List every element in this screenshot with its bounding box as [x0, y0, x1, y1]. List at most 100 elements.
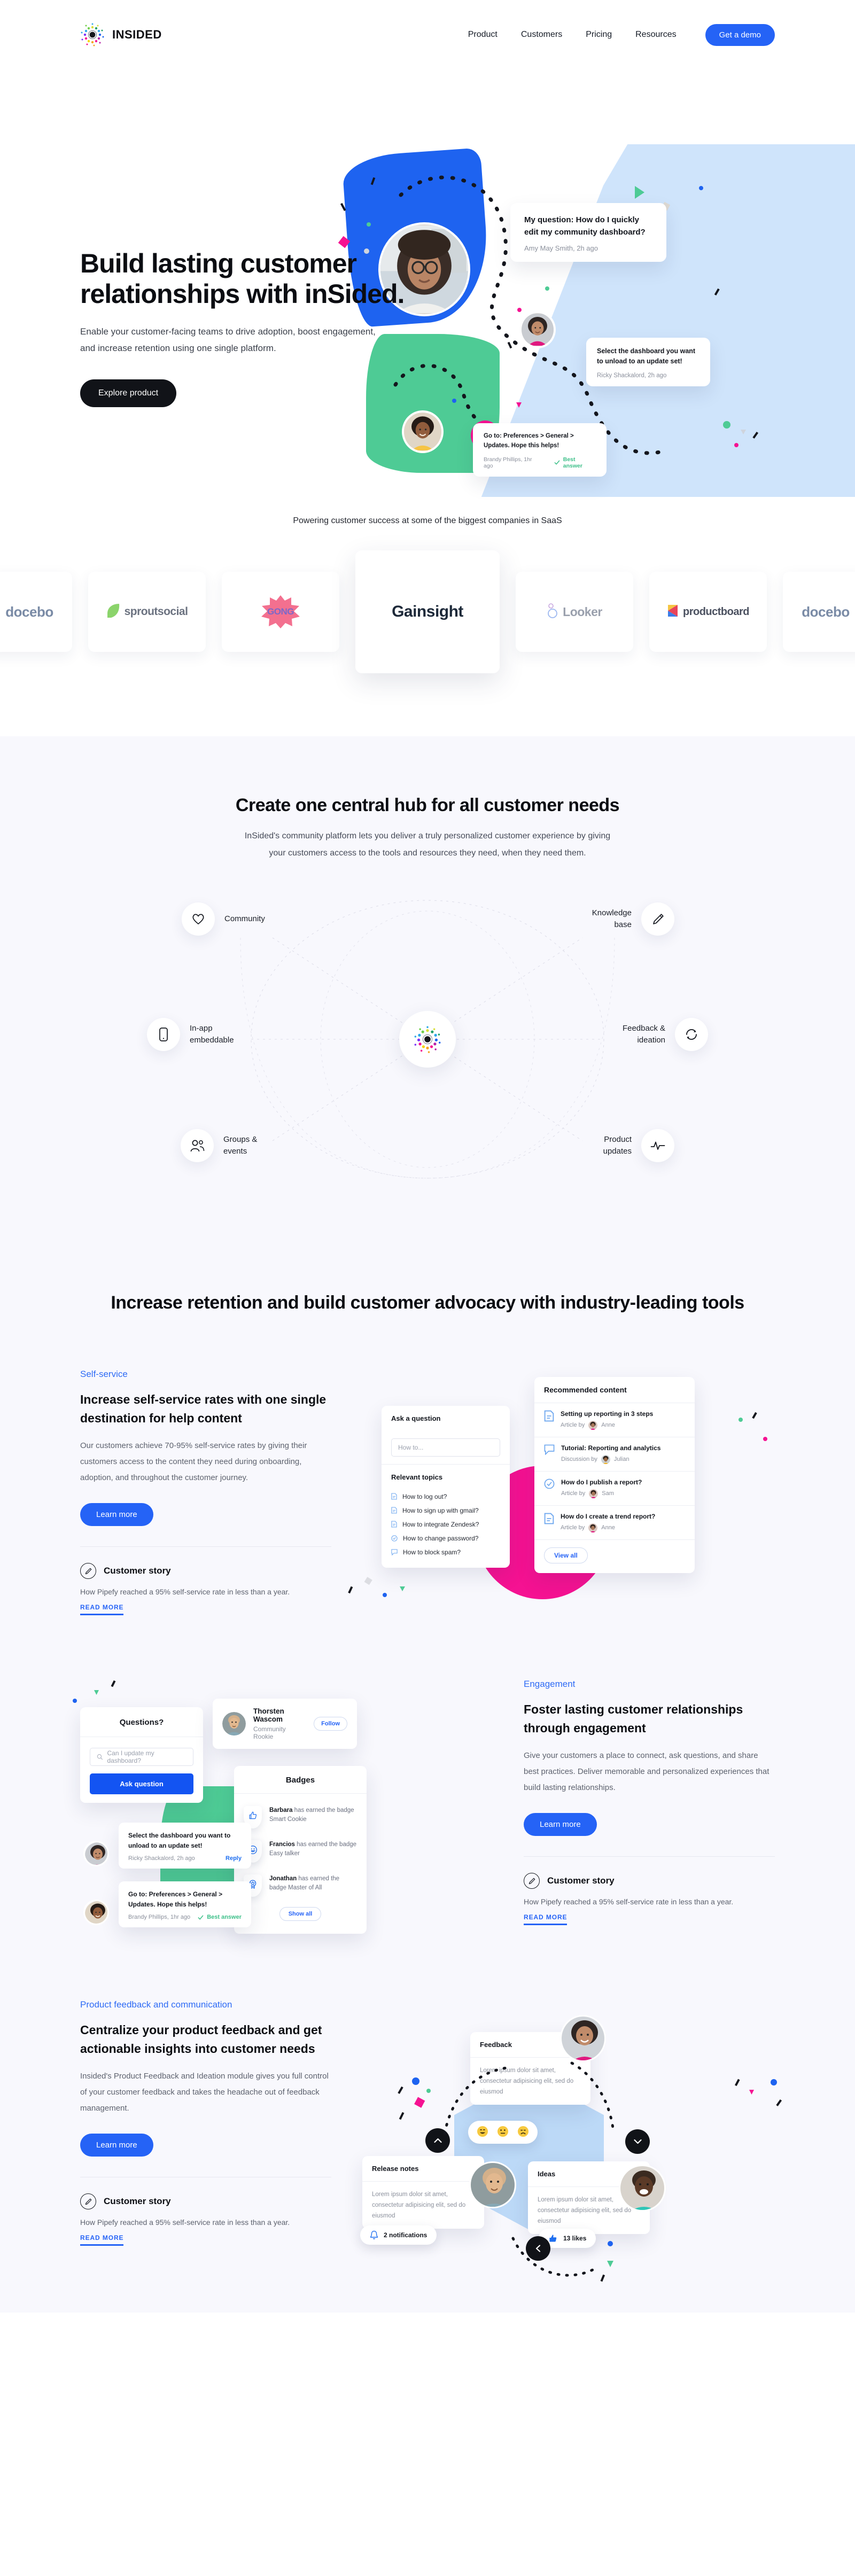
best-answer-badge: Best answer: [554, 456, 596, 469]
nav-item-product[interactable]: Product: [468, 30, 498, 40]
product-feedback-illustration: Feedback Lorem ipsum dolor sit amet, con…: [360, 2005, 782, 2282]
hub-node-in-app-embeddable[interactable]: In-app embeddable: [147, 1018, 248, 1051]
read-more-link[interactable]: READ MORE: [80, 1604, 124, 1616]
bubble-author: Ricky Shackalord, 2h ago: [597, 372, 667, 379]
item-author: Sam: [602, 1490, 614, 1497]
relevant-topics-title: Relevant topics: [391, 1473, 443, 1481]
hero-section: My question: How do I quickly edit my co…: [0, 69, 855, 497]
hub-node-label: Groups & events: [223, 1135, 258, 1156]
logo-card-productboard[interactable]: productboard: [649, 572, 767, 652]
dotted-arc-paths: [443, 2061, 615, 2135]
features-heading: Increase retention and build customer ad…: [111, 1293, 744, 1313]
confetti-decoration: [348, 1577, 405, 1597]
logo-carousel[interactable]: docebo sproutsocial GONG Gainsight Looke…: [0, 550, 855, 673]
logo-card-docebo-right[interactable]: docebo: [783, 572, 855, 652]
question-search-input[interactable]: Can I update my dashboard?: [90, 1747, 193, 1766]
ask-input[interactable]: How to...: [391, 1438, 500, 1457]
hub-node-product-updates[interactable]: Product updates: [585, 1129, 674, 1162]
feature-title: Increase self-service rates with one sin…: [80, 1392, 327, 1425]
get-a-demo-button[interactable]: Get a demo: [705, 24, 775, 46]
topic-item[interactable]: How to log out?: [382, 1490, 510, 1504]
reply-meta: Ricky Shackalord, 2h ago: [128, 1855, 195, 1862]
logos-section: Powering customer success at some of the…: [0, 481, 855, 736]
avatar-ideas-user: [619, 2164, 666, 2212]
hub-section: Create one central hub for all customer …: [0, 736, 855, 1274]
learn-more-button[interactable]: Learn more: [80, 2134, 153, 2157]
recommended-item[interactable]: How do I publish a report? Article by Sa…: [534, 1472, 695, 1505]
feature-block-self-service: Self-service Increase self-service rates…: [80, 1367, 775, 1618]
confetti-decoration: [734, 2079, 782, 2106]
bubble-author: Brandy Phillips, 1hr ago: [484, 456, 532, 469]
recommended-item[interactable]: Tutorial: Reporting and analytics Discus…: [534, 1437, 695, 1471]
bubble-author: Amy May Smith, 2h ago: [524, 244, 598, 252]
learn-more-button[interactable]: Learn more: [524, 1813, 597, 1836]
bubble-meta: Brandy Phillips, 1hr ago Best answer: [484, 456, 596, 469]
badge-name: Barbara: [269, 1807, 293, 1814]
item-author: Anne: [601, 1524, 615, 1531]
logo-card-sproutsocial[interactable]: sproutsocial: [88, 572, 206, 652]
hub-node-groups-events[interactable]: Groups & events: [181, 1129, 277, 1162]
site-header: INSIDED Product Customers Pricing Resour…: [0, 0, 855, 69]
hub-node-community[interactable]: Community: [182, 902, 265, 936]
brand-logo[interactable]: INSIDED: [80, 22, 162, 47]
reply-meta: Brandy Phillips, 1hr ago: [128, 1914, 191, 1921]
recommended-item[interactable]: How do I create a trend report? Article …: [534, 1506, 695, 1539]
feature-title: Foster lasting customer relationships th…: [524, 1702, 743, 1735]
nav-item-resources[interactable]: Resources: [635, 30, 676, 40]
logo-card-gainsight[interactable]: Gainsight: [355, 550, 500, 673]
read-more-link[interactable]: READ MORE: [524, 1913, 568, 1926]
hub-heading: Create one central hub for all customer …: [235, 795, 620, 815]
item-author: Julian: [613, 1456, 629, 1463]
best-answer-label: Best answer: [207, 1914, 242, 1921]
logo-text: docebo: [802, 603, 850, 620]
view-all-button[interactable]: View all: [544, 1547, 588, 1563]
sprout-leaf-icon: [106, 603, 120, 621]
customer-story-header: Customer story: [524, 1873, 775, 1889]
hub-center-logo: [399, 1011, 456, 1068]
avatar-thorsten: [222, 1711, 246, 1736]
badge-item: Barbara has earned the badge Smart Cooki…: [234, 1800, 367, 1834]
bell-icon: [370, 2230, 378, 2239]
ask-title: Ask a question: [391, 1414, 441, 1422]
follow-button[interactable]: Follow: [314, 1716, 347, 1731]
logo-card-gong[interactable]: GONG: [222, 572, 339, 652]
badge-name: Jonathan: [269, 1875, 297, 1882]
badge-text: Barbara has earned the badge Smart Cooki…: [269, 1806, 357, 1825]
reply-button[interactable]: Reply: [226, 1855, 242, 1862]
feature-block-product-feedback: Product feedback and communication Centr…: [80, 1997, 782, 2282]
logo-text: Looker: [563, 604, 602, 619]
hub-node-label: Knowledge base: [592, 908, 632, 929]
feature-eyebrow: Product feedback and communication: [80, 1999, 232, 2010]
logo-text: Gainsight: [392, 603, 463, 620]
badge-text: Jonathan has earned the badge Master of …: [269, 1874, 357, 1893]
ask-question-button[interactable]: Ask question: [90, 1773, 193, 1794]
logo-card-looker[interactable]: Looker: [516, 572, 633, 652]
bubble-text: My question: How do I quickly edit my co…: [524, 215, 646, 237]
item-meta-label: Article by: [561, 1422, 585, 1429]
reply-text: Select the dashboard you want to unload …: [128, 1831, 231, 1849]
feature-eyebrow: Engagement: [524, 1679, 576, 1690]
explore-product-button[interactable]: Explore product: [80, 379, 177, 407]
nav-item-customers[interactable]: Customers: [521, 30, 562, 40]
hub-node-feedback-ideation[interactable]: Feedback & ideation: [616, 1018, 708, 1051]
topic-item[interactable]: How to integrate Zendesk?: [382, 1517, 510, 1531]
doc-icon: [391, 1507, 397, 1514]
logos-title: Powering customer success at some of the…: [293, 516, 562, 525]
item-author: Anne: [601, 1422, 615, 1429]
divider: [80, 1546, 331, 1547]
topic-label: How to log out?: [402, 1492, 447, 1500]
read-more-link[interactable]: READ MORE: [80, 2234, 124, 2246]
learn-more-button[interactable]: Learn more: [80, 1503, 153, 1527]
hub-node-knowledge-base[interactable]: Knowledge base: [582, 902, 674, 936]
topic-item[interactable]: How to sign up with gmail?: [382, 1504, 510, 1517]
item-meta-label: Article by: [561, 1490, 586, 1497]
logo-card-docebo-left[interactable]: docebo: [0, 572, 72, 652]
nav-item-pricing[interactable]: Pricing: [586, 30, 612, 40]
badge-item: Jonathan has earned the badge Master of …: [234, 1869, 367, 1903]
feature-copy: Self-service Increase self-service rates…: [80, 1369, 331, 1616]
show-all-button[interactable]: Show all: [279, 1906, 322, 1921]
item-title: How do I create a trend report?: [561, 1512, 656, 1520]
recommended-item[interactable]: Setting up reporting in 3 steps Article …: [534, 1403, 695, 1437]
notifications-label: 2 notifications: [384, 2231, 428, 2239]
badges-title: Badges: [285, 1775, 315, 1785]
